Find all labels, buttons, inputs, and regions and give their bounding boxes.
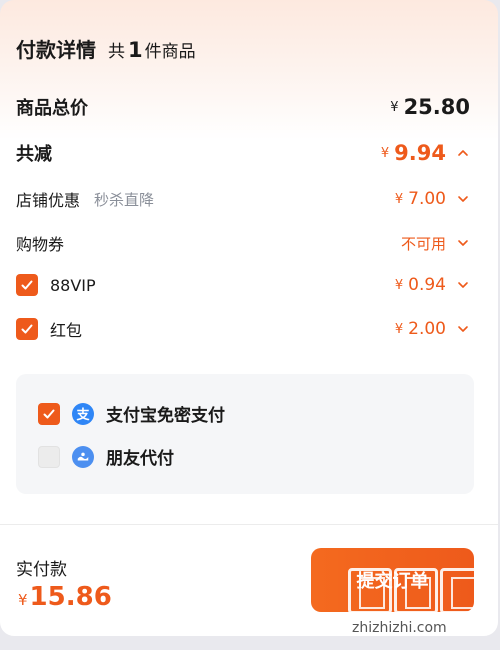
actual-payment-amount: ¥ 15.86 — [18, 582, 112, 612]
store-discount-sub: 秒杀直降 — [94, 190, 155, 209]
coupon-row[interactable]: 购物券 不可用 — [16, 231, 470, 255]
actual-payment-value: 15.86 — [29, 582, 112, 612]
payment-method-box: 支 支付宝免密支付 朋友代付 — [16, 374, 474, 494]
item-count-prefix: 共 — [108, 42, 125, 62]
footer-divider — [0, 524, 498, 525]
payment-option-friend[interactable]: 朋友代付 — [38, 444, 174, 469]
alipay-icon: 支 — [72, 402, 94, 425]
red-packet-currency: ¥ — [394, 321, 404, 337]
store-discount-label: 店铺优惠 — [16, 191, 81, 210]
vip-amount: 0.94 — [408, 275, 446, 295]
friend-pay-label: 朋友代付 — [106, 449, 174, 469]
alipay-checkbox[interactable] — [38, 402, 60, 425]
chevron-down-icon[interactable] — [456, 322, 470, 336]
total-price-currency: ¥ — [390, 99, 399, 115]
payment-option-alipay[interactable]: 支 支付宝免密支付 — [38, 401, 225, 426]
vip-label: 88VIP — [50, 275, 96, 295]
friend-pay-icon — [72, 445, 94, 468]
chevron-down-icon[interactable] — [456, 278, 470, 292]
actual-payment-label: 实付款 — [16, 560, 67, 580]
store-discount-amount: 7.00 — [408, 189, 446, 209]
chevron-down-icon[interactable] — [456, 192, 470, 206]
red-packet-amount: 2.00 — [408, 319, 446, 339]
header: 付款详情 共 1 件商品 — [16, 34, 196, 63]
total-price-row: 商品总价 ¥ 25.80 — [16, 94, 470, 120]
item-count: 1 — [128, 38, 143, 62]
alipay-label: 支付宝免密支付 — [106, 406, 225, 426]
discount-currency: ¥ — [380, 145, 390, 161]
total-price-label: 商品总价 — [16, 98, 88, 119]
red-packet-label: 红包 — [50, 321, 83, 340]
actual-payment-currency: ¥ — [18, 591, 28, 609]
store-discount-currency: ¥ — [394, 191, 404, 207]
discount-amount: 9.94 — [394, 141, 446, 165]
discount-row[interactable]: 共减 ¥ 9.94 — [16, 140, 470, 166]
coupon-status: 不可用 — [400, 234, 446, 253]
store-discount-row[interactable]: 店铺优惠 秒杀直降 ¥ 7.00 — [16, 187, 470, 211]
watermark-logo — [348, 568, 484, 614]
red-packet-checkbox[interactable] — [16, 318, 38, 340]
coupon-label: 购物券 — [16, 235, 65, 254]
chevron-down-icon[interactable] — [456, 236, 470, 250]
item-count-suffix: 件商品 — [144, 42, 196, 62]
watermark-text: zhizhizhi.com — [352, 620, 447, 636]
total-price-amount: 25.80 — [403, 95, 470, 119]
vip-row[interactable]: 88VIP ¥ 0.94 — [16, 274, 470, 296]
chevron-up-icon[interactable] — [456, 146, 470, 160]
page-title: 付款详情 — [16, 38, 96, 62]
vip-currency: ¥ — [394, 277, 404, 293]
red-packet-row[interactable]: 红包 ¥ 2.00 — [16, 317, 470, 341]
discount-label: 共减 — [16, 144, 52, 165]
friend-pay-checkbox[interactable] — [38, 445, 60, 468]
vip-checkbox[interactable] — [16, 274, 38, 296]
payment-details-card: 付款详情 共 1 件商品 商品总价 ¥ 25.80 共减 ¥ 9.94 店铺优惠… — [0, 0, 498, 636]
